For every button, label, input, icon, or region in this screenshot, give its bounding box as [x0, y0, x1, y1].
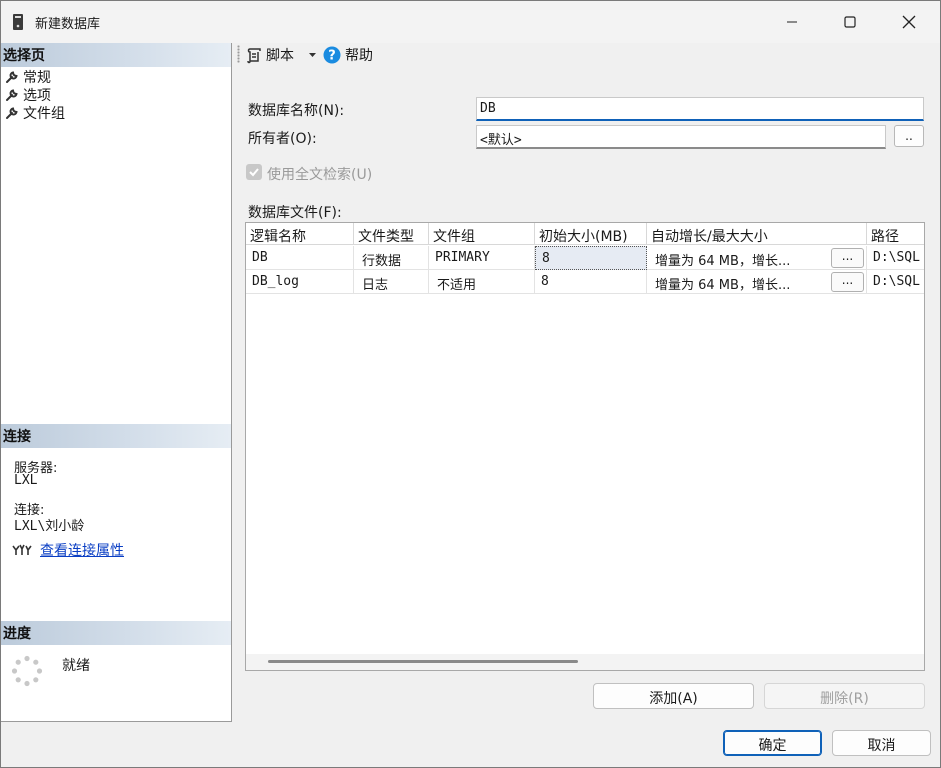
scrollbar-thumb[interactable] — [268, 660, 578, 663]
view-connection-properties-link[interactable]: 查看连接属性 — [40, 540, 124, 560]
autogrowth-text: 增量为 64 MB，增长... — [655, 254, 791, 269]
ok-button[interactable]: 确定 — [723, 730, 822, 756]
path-cell[interactable]: D:\SQL — [867, 270, 924, 294]
table-row[interactable]: DB 行数据 PRIMARY 8 增量为 64 MB，增长... ... D:\… — [246, 246, 924, 270]
script-dropdown[interactable] — [308, 45, 317, 65]
server-icon — [13, 14, 23, 30]
close-icon — [902, 15, 916, 29]
select-page-header: 选择页 — [1, 43, 231, 67]
file-type-cell[interactable]: 行数据 — [354, 246, 429, 270]
owner-input[interactable]: <默认> — [476, 125, 886, 149]
path-cell[interactable]: D:\SQL — [867, 246, 924, 270]
logical-name-cell[interactable]: DB_log — [246, 270, 354, 294]
filegroup-cell[interactable]: PRIMARY — [429, 246, 535, 270]
column-header[interactable]: 初始大小(MB) — [535, 223, 647, 245]
initial-size-cell[interactable]: 8 — [535, 270, 647, 294]
help-label: 帮助 — [345, 48, 373, 64]
wrench-icon — [6, 70, 18, 83]
connection-value: LXL\刘小龄 — [14, 519, 85, 534]
nav-item-label: 选项 — [23, 88, 51, 104]
minimize-icon — [787, 21, 797, 23]
nav-item-label: 文件组 — [23, 106, 65, 122]
wrench-icon — [6, 88, 18, 101]
connection-properties-icon — [12, 544, 32, 555]
toolbar-grip[interactable] — [237, 45, 240, 63]
chevron-down-icon — [309, 53, 316, 57]
maximize-icon — [844, 16, 856, 28]
help-icon: ? — [323, 46, 341, 64]
column-header[interactable]: 文件组 — [429, 223, 535, 245]
nav-item-filegroups[interactable]: 文件组 — [5, 104, 65, 122]
help-button[interactable]: ? 帮助 — [323, 45, 373, 65]
column-header[interactable]: 文件类型 — [354, 223, 429, 245]
table-row[interactable]: DB_log 日志 不适用 8 增量为 64 MB，增长... ... D:\S… — [246, 270, 924, 294]
progress-header: 进度 — [1, 621, 231, 645]
script-icon — [247, 47, 261, 63]
new-database-dialog: 新建数据库 选择页 常规 选项 文件组 连接 服务器: LXL 连接: LXL\… — [0, 0, 941, 768]
horizontal-scrollbar[interactable] — [246, 654, 924, 670]
server-value: LXL — [14, 473, 38, 488]
database-files-grid[interactable]: 逻辑名称 文件类型 文件组 初始大小(MB) 自动增长/最大大小 路径 DB 行… — [245, 222, 925, 671]
db-files-label: 数据库文件(F): — [248, 205, 342, 221]
add-file-button[interactable]: 添加(A) — [593, 683, 754, 709]
title-bar: 新建数据库 — [1, 1, 940, 43]
remove-file-button[interactable]: 删除(R) — [764, 683, 925, 709]
checkmark-icon — [249, 168, 259, 177]
autogrowth-browse-button[interactable]: ... — [831, 248, 864, 268]
nav-item-label: 常规 — [23, 70, 51, 86]
nav-item-options[interactable]: 选项 — [5, 86, 51, 104]
autogrowth-browse-button[interactable]: ... — [831, 272, 864, 292]
progress-spinner-icon — [11, 655, 43, 687]
cancel-button[interactable]: 取消 — [832, 730, 931, 756]
progress-status: 就绪 — [62, 658, 90, 674]
grid-header: 逻辑名称 文件类型 文件组 初始大小(MB) 自动增长/最大大小 路径 — [246, 223, 924, 245]
connection-header: 连接 — [1, 424, 231, 448]
svg-text:?: ? — [328, 49, 336, 64]
initial-size-cell[interactable]: 8 — [535, 246, 647, 270]
wrench-icon — [6, 106, 18, 119]
script-label: 脚本 — [266, 48, 294, 64]
maximize-button[interactable] — [821, 1, 879, 43]
column-header[interactable]: 逻辑名称 — [246, 223, 354, 245]
file-type-cell[interactable]: 日志 — [354, 270, 429, 294]
db-name-input[interactable]: DB — [476, 97, 924, 121]
script-button[interactable]: 脚本 — [245, 45, 294, 65]
nav-item-general[interactable]: 常规 — [5, 68, 51, 86]
left-pane: 选择页 常规 选项 文件组 连接 服务器: LXL 连接: LXL\刘小龄 查看… — [1, 43, 232, 722]
minimize-button[interactable] — [763, 1, 821, 43]
column-header[interactable]: 自动增长/最大大小 — [647, 223, 867, 245]
owner-label: 所有者(O): — [248, 131, 317, 147]
window-title: 新建数据库 — [35, 17, 101, 32]
close-button[interactable] — [880, 1, 938, 43]
db-name-label: 数据库名称(N): — [248, 103, 345, 119]
owner-browse-button[interactable]: .. — [894, 125, 924, 147]
filegroup-cell[interactable]: 不适用 — [429, 270, 535, 294]
general-page: 数据库名称(N): DB 所有者(O): <默认> .. 使用全文检索(U) 数… — [233, 69, 940, 767]
toolbar: 脚本 ? 帮助 — [233, 43, 940, 69]
autogrowth-text: 增量为 64 MB，增长... — [655, 278, 791, 293]
column-header[interactable]: 路径 — [867, 223, 924, 245]
fulltext-checkbox[interactable] — [246, 164, 262, 180]
fulltext-label: 使用全文检索(U) — [267, 167, 373, 183]
logical-name-cell[interactable]: DB — [246, 246, 354, 270]
